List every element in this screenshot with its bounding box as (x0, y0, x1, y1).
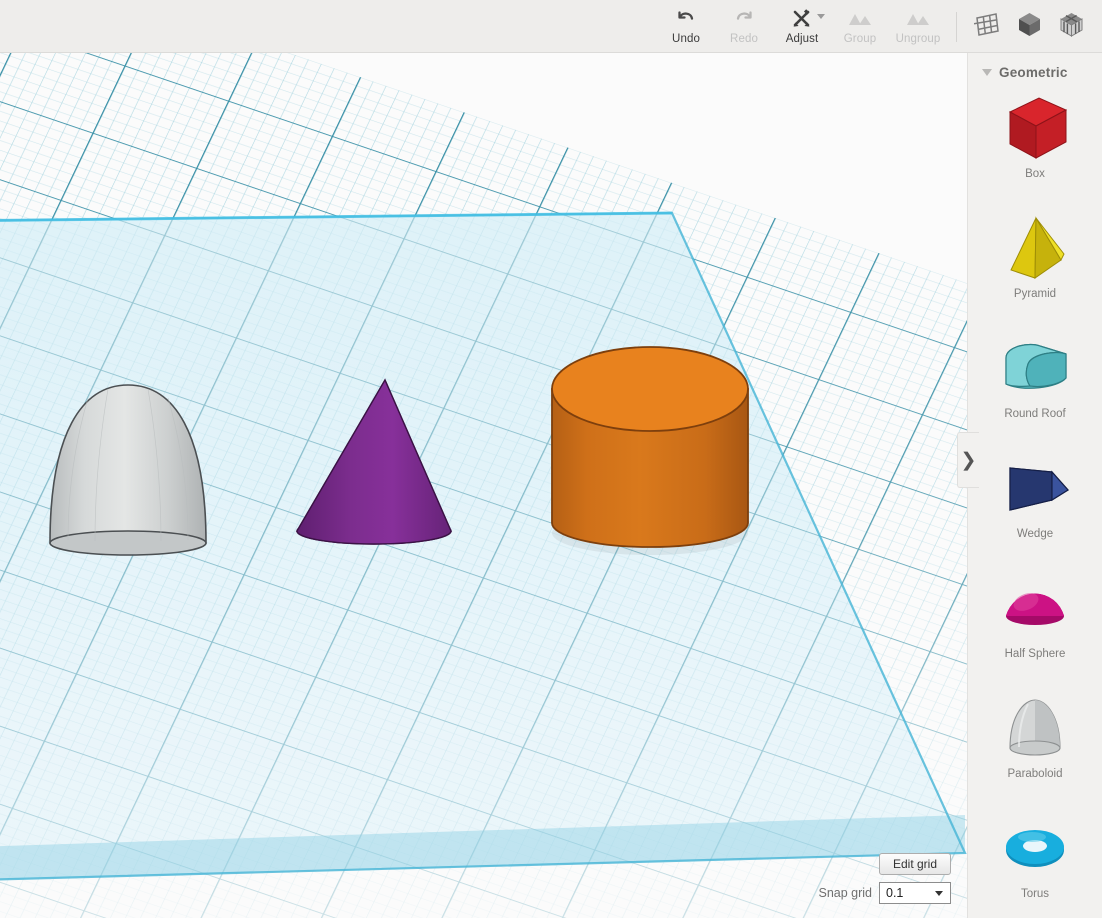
snap-grid-row: Snap grid 0.1 (818, 882, 951, 904)
shape-item-half-sphere[interactable]: Half Sphere (968, 570, 1102, 690)
shape-label-torus: Torus (1020, 888, 1050, 900)
shape-item-pyramid[interactable]: Pyramid (968, 210, 1102, 330)
category-label: Geometric (999, 65, 1068, 80)
undo-icon (675, 7, 697, 30)
snap-grid-value: 0.1 (886, 886, 904, 900)
top-toolbar: Undo Redo Adjust Group Ungroup (0, 0, 1102, 53)
shape-item-wedge[interactable]: Wedge (968, 450, 1102, 570)
redo-button[interactable]: Redo (715, 0, 773, 53)
workplane-icon (973, 11, 1001, 43)
shape-item-round-roof[interactable]: Round Roof (968, 330, 1102, 450)
chevron-down-icon (935, 891, 943, 896)
edit-grid-button[interactable]: Edit grid (878, 853, 951, 875)
ungroup-button[interactable]: Ungroup (889, 0, 947, 53)
shape-item-paraboloid[interactable]: Paraboloid (968, 690, 1102, 810)
toolbar-divider (956, 11, 957, 42)
panel-collapse-handle[interactable]: ❯ (957, 432, 979, 488)
ruler-view-button[interactable] (1050, 6, 1092, 48)
wedge-icon (968, 450, 1102, 526)
shape-list: Box Pyramid Round Roof Wedge Half Sphere… (968, 86, 1102, 918)
solid-view-button[interactable] (1008, 6, 1050, 48)
ungroup-icon (905, 7, 931, 30)
group-icon (847, 7, 873, 30)
group-button[interactable]: Group (831, 0, 889, 53)
scene-canvas[interactable] (0, 53, 967, 918)
pyramid-icon (968, 210, 1102, 286)
shape-item-box[interactable]: Box (968, 90, 1102, 210)
shape-label-pyramid: Pyramid (1013, 288, 1057, 300)
ruler-cube-icon (1058, 11, 1085, 43)
box-icon (968, 90, 1102, 166)
tinkercad-app: Undo Redo Adjust Group Ungroup Edit grid… (0, 0, 1102, 918)
category-header-geometric[interactable]: Geometric (968, 53, 1102, 86)
paraboloid-icon (968, 690, 1102, 766)
adjust-caret-icon[interactable] (817, 14, 825, 19)
group-label: Group (843, 33, 877, 45)
ungroup-label: Ungroup (895, 33, 941, 45)
object-cylinder[interactable] (551, 346, 749, 555)
undo-button[interactable]: Undo (657, 0, 715, 53)
chevron-right-icon: ❯ (960, 449, 977, 471)
workplane-button[interactable] (966, 6, 1008, 48)
shape-label-box: Box (1025, 168, 1045, 180)
view-tool-group (966, 0, 1102, 53)
undo-label: Undo (672, 33, 700, 45)
redo-icon (733, 7, 755, 30)
round-roof-icon (968, 330, 1102, 406)
solid-cube-icon (1016, 11, 1043, 43)
redo-label: Redo (730, 33, 758, 45)
adjust-label: Adjust (785, 33, 819, 45)
shape-label-half-sphere: Half Sphere (1004, 648, 1066, 660)
edit-tool-group: Undo Redo Adjust Group Ungroup (657, 0, 1102, 53)
adjust-icon (790, 7, 814, 30)
shape-label-paraboloid: Paraboloid (1007, 768, 1063, 780)
half-sphere-icon (968, 570, 1102, 646)
adjust-button[interactable]: Adjust (773, 0, 831, 53)
shape-label-round-roof: Round Roof (1004, 408, 1066, 420)
snap-grid-label: Snap grid (818, 886, 872, 900)
snap-grid-select[interactable]: 0.1 (879, 882, 951, 904)
3d-viewport[interactable]: Edit grid Snap grid 0.1 (0, 53, 967, 918)
triangle-down-icon[interactable] (982, 69, 992, 76)
shapes-sidebar: Geometric Box Pyramid Round Roof Wedge H… (967, 53, 1102, 918)
grid-controls: Edit grid Snap grid 0.1 (818, 853, 951, 904)
shape-item-torus[interactable]: Torus (968, 810, 1102, 918)
torus-icon (968, 810, 1102, 886)
shape-label-wedge: Wedge (1016, 528, 1054, 540)
